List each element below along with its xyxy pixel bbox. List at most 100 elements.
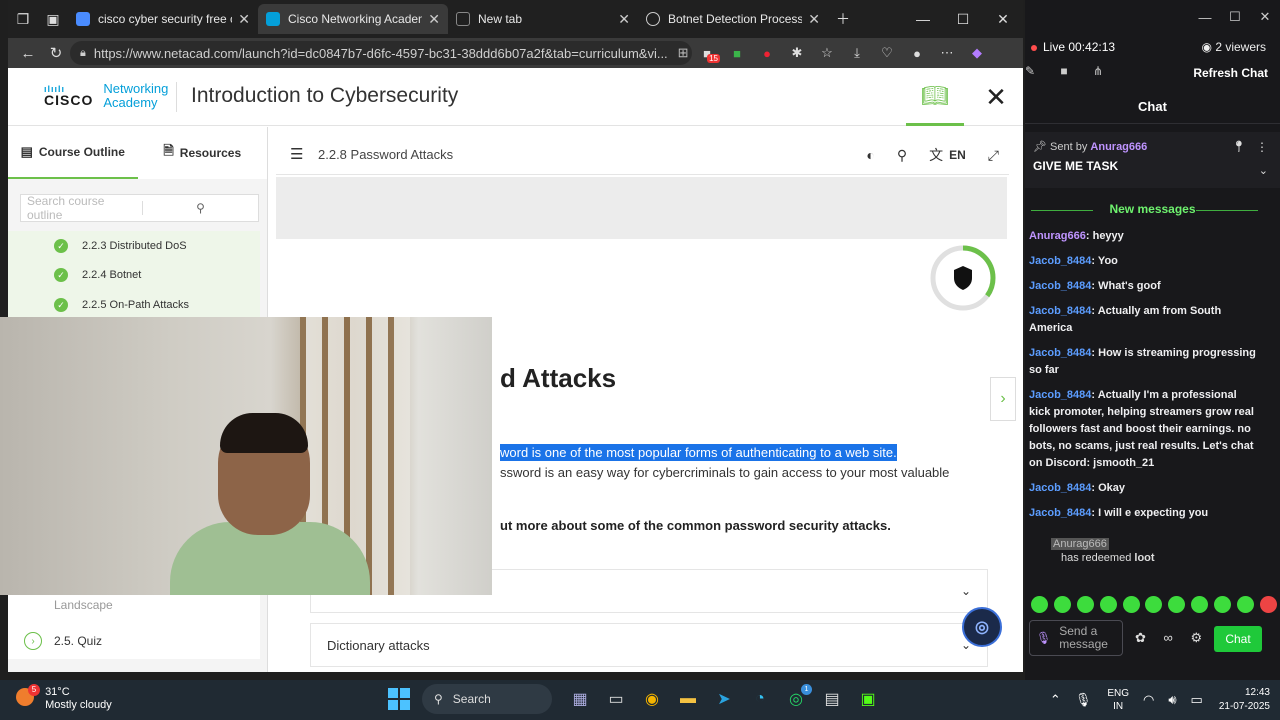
extensions-icon[interactable]: ✱: [782, 45, 812, 61]
close-course-button[interactable]: ✕: [976, 68, 1016, 126]
minimize-icon[interactable]: —: [903, 11, 943, 28]
new-tab-button[interactable]: ＋: [828, 4, 858, 34]
next-page-button[interactable]: ›: [990, 377, 1016, 421]
wifi-icon[interactable]: ◠: [1143, 692, 1154, 708]
copilot-icon[interactable]: ◆: [962, 45, 992, 61]
emote-icon[interactable]: [1214, 596, 1232, 613]
unpin-icon[interactable]: 📍︎: [1232, 140, 1246, 153]
emote-icon[interactable]: [1099, 596, 1117, 613]
tab-botnet[interactable]: Botnet Detection Process ✕: [638, 4, 828, 34]
emote-icon[interactable]: [1076, 596, 1094, 613]
language-label[interactable]: EN: [949, 148, 966, 162]
close-icon[interactable]: ✕: [1250, 9, 1280, 25]
infinity-icon[interactable]: ∞: [1164, 630, 1173, 645]
tab-course-outline[interactable]: ▤ Course Outline: [8, 127, 138, 179]
chat-username[interactable]: Jacob_8484: [1029, 389, 1091, 401]
url-field[interactable]: 🔒︎ https://www.netacad.com/launch?id=dc0…: [70, 41, 692, 65]
chat-input[interactable]: 🎙︎ Send a message: [1029, 620, 1123, 656]
more-icon[interactable]: ⋯: [932, 45, 962, 61]
chat-username[interactable]: Jacob_8484: [1029, 347, 1091, 359]
task-view-icon[interactable]: ▭: [598, 684, 634, 714]
chevron-up-icon[interactable]: ⌃: [1050, 692, 1061, 708]
minimize-icon[interactable]: —: [1190, 10, 1220, 25]
chat-username[interactable]: Jacob_8484: [1029, 255, 1091, 267]
camera-icon[interactable]: ■: [1060, 64, 1067, 78]
fullscreen-icon[interactable]: ⤢: [988, 147, 999, 164]
emote-picker-icon[interactable]: ✿: [1135, 630, 1146, 645]
input-language[interactable]: ENG IN: [1107, 687, 1129, 713]
mic-icon[interactable]: 🎙︎: [1036, 631, 1051, 645]
health-icon[interactable]: ♡: [872, 45, 902, 61]
close-tab-icon[interactable]: ✕: [428, 11, 440, 28]
streaming-app-icon[interactable]: ▣: [850, 684, 886, 714]
share-icon[interactable]: ⋔: [1093, 64, 1103, 78]
emote-icon[interactable]: [1031, 596, 1048, 613]
chevron-down-icon[interactable]: ⌄: [1259, 164, 1268, 177]
tab-netacad[interactable]: Cisco Networking Academy: Intro ✕: [258, 4, 448, 34]
close-window-icon[interactable]: ✕: [983, 11, 1023, 28]
emote-icon[interactable]: [1168, 596, 1186, 613]
weather-widget[interactable]: 5 31°C Mostly cloudy: [16, 684, 112, 712]
send-chat-button[interactable]: Chat: [1214, 626, 1262, 652]
close-tab-icon[interactable]: ✕: [238, 11, 250, 28]
accordion-dictionary[interactable]: Dictionary attacks ⌄: [310, 623, 988, 667]
store-icon[interactable]: ▤: [814, 684, 850, 714]
mic-icon[interactable]: 🎙︎: [1075, 692, 1092, 708]
settings-icon[interactable]: ⚙: [1190, 630, 1202, 645]
split-screen-icon[interactable]: ⊞: [668, 45, 689, 61]
language-icon[interactable]: 文: [929, 145, 943, 165]
outline-item[interactable]: ✓ 2.2.4 Botnet: [8, 260, 260, 290]
maximize-icon[interactable]: ☐: [1220, 9, 1250, 25]
file-explorer-icon[interactable]: ▬: [670, 684, 706, 714]
menu-collapse-icon[interactable]: ☰: [290, 145, 303, 163]
emote-icon[interactable]: [1259, 596, 1277, 613]
extension-icon[interactable]: ■ 15: [692, 46, 722, 63]
maximize-icon[interactable]: ☐: [943, 11, 983, 28]
cisco-logo[interactable]: ılıılı CISCO Networking Academy: [44, 82, 168, 110]
refresh-chat-button[interactable]: Refresh Chat: [1193, 66, 1268, 80]
tab-actions-icon[interactable]: ▣: [38, 4, 68, 34]
chat-username[interactable]: Jacob_8484: [1029, 280, 1091, 292]
close-tab-icon[interactable]: ✕: [808, 11, 820, 28]
edge-icon[interactable]: ◔: [742, 684, 778, 714]
emote-icon[interactable]: [1122, 596, 1140, 613]
chat-username[interactable]: Jacob_8484: [1029, 305, 1091, 317]
assistant-chat-button[interactable]: ◎: [962, 607, 1002, 647]
tab-resources[interactable]: 🗎︎ Resources: [138, 127, 268, 179]
chrome-icon[interactable]: ◉: [634, 684, 670, 714]
search-icon[interactable]: ⚲: [142, 201, 258, 215]
tab-new[interactable]: New tab ✕: [448, 4, 638, 34]
dark-mode-icon[interactable]: ◐: [866, 147, 874, 163]
outline-item[interactable]: ✓ 2.2.5 On-Path Attacks: [8, 290, 260, 320]
back-icon[interactable]: ←: [14, 45, 42, 62]
outline-item[interactable]: ✓ 2.2.3 Distributed DoS: [8, 231, 260, 261]
whatsapp-icon[interactable]: ◎ 1: [778, 684, 814, 714]
volume-icon[interactable]: 🔊︎: [1168, 692, 1176, 708]
profile-icon[interactable]: ●: [902, 46, 932, 61]
chat-username[interactable]: Jacob_8484: [1029, 507, 1091, 519]
clock[interactable]: 12:43 21-07-2025: [1219, 686, 1270, 714]
emote-icon[interactable]: [1237, 596, 1255, 613]
search-icon[interactable]: ⚲: [897, 147, 907, 164]
telegram-icon[interactable]: ➤: [706, 684, 742, 714]
widgets-icon[interactable]: ▦: [562, 684, 598, 714]
more-options-icon[interactable]: ⋮: [1256, 140, 1268, 154]
extension-green-icon[interactable]: ■: [722, 46, 752, 61]
chat-username[interactable]: Jacob_8484: [1029, 482, 1091, 494]
battery-icon[interactable]: ▭: [1191, 692, 1203, 708]
taskbar-search[interactable]: ⚲ Search: [422, 684, 552, 714]
reload-icon[interactable]: ↻: [42, 44, 70, 62]
chat-username[interactable]: Anurag666: [1029, 230, 1086, 242]
workspaces-icon[interactable]: ❐: [8, 4, 38, 34]
emote-icon[interactable]: [1191, 596, 1209, 613]
start-button[interactable]: [388, 688, 410, 710]
outline-search-input[interactable]: Search course outline ⚲: [20, 194, 259, 222]
emote-icon[interactable]: [1053, 596, 1071, 613]
emote-icon[interactable]: [1145, 596, 1163, 613]
outline-item-quiz[interactable]: › 2.5. Quiz: [8, 623, 260, 659]
book-icon[interactable]: 📖︎: [906, 68, 964, 126]
favorites-icon[interactable]: ☆: [812, 45, 842, 61]
edit-icon[interactable]: ✎: [1025, 64, 1035, 78]
tab-cisco-search[interactable]: cisco cyber security free course ✕: [68, 4, 258, 34]
close-tab-icon[interactable]: ✕: [618, 11, 630, 28]
